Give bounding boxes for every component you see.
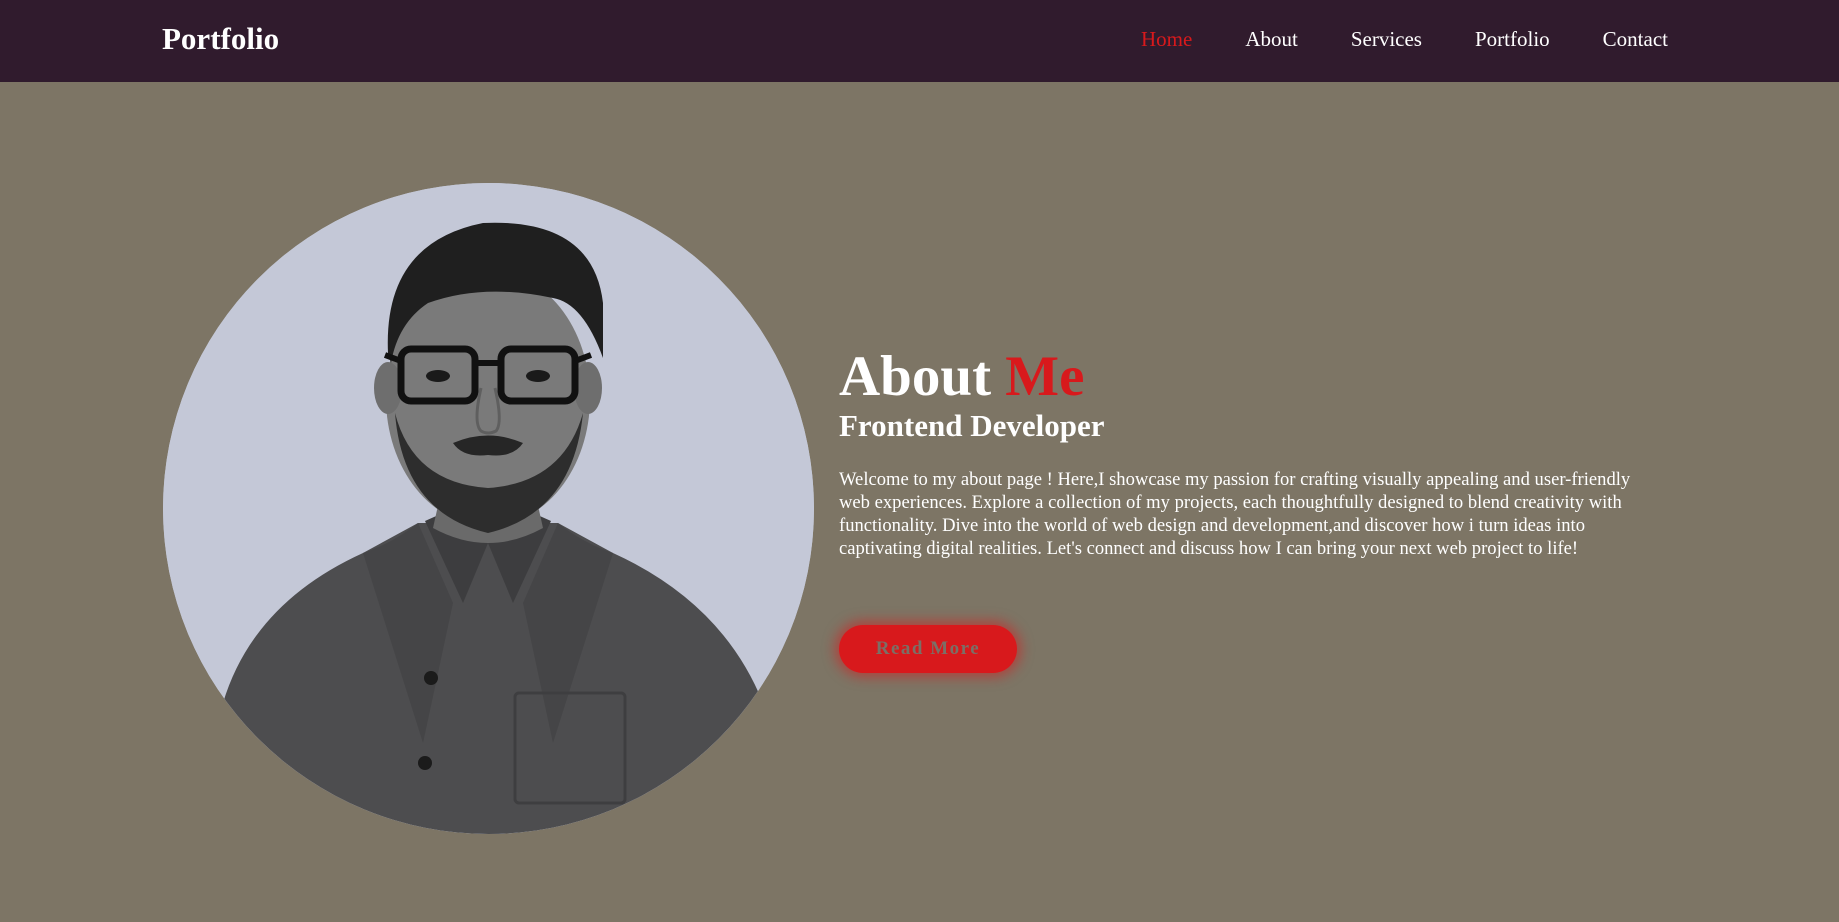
site-logo[interactable]: Portfolio [162,20,279,58]
about-title: About Me [839,344,1659,410]
navbar: Portfolio Home About Services Portfolio … [0,0,1839,82]
read-more-button[interactable]: Read More [839,625,1017,673]
nav-portfolio[interactable]: Portfolio [1475,26,1550,52]
about-subtitle: Frontend Developer [839,408,1105,443]
nav-links: Home About Services Portfolio Contact [1141,26,1668,52]
nav-services[interactable]: Services [1351,26,1422,52]
nav-home[interactable]: Home [1141,26,1192,52]
about-section: About Me Frontend Developer Welcome to m… [839,344,1659,560]
about-title-main: About [839,345,1006,408]
about-title-accent: Me [1005,345,1085,408]
profile-photo-illustration [163,183,814,834]
nav-about[interactable]: About [1245,26,1298,52]
nav-contact[interactable]: Contact [1603,26,1668,52]
about-body: Welcome to my about page ! Here,I showca… [839,469,1631,559]
profile-photo [163,183,814,834]
